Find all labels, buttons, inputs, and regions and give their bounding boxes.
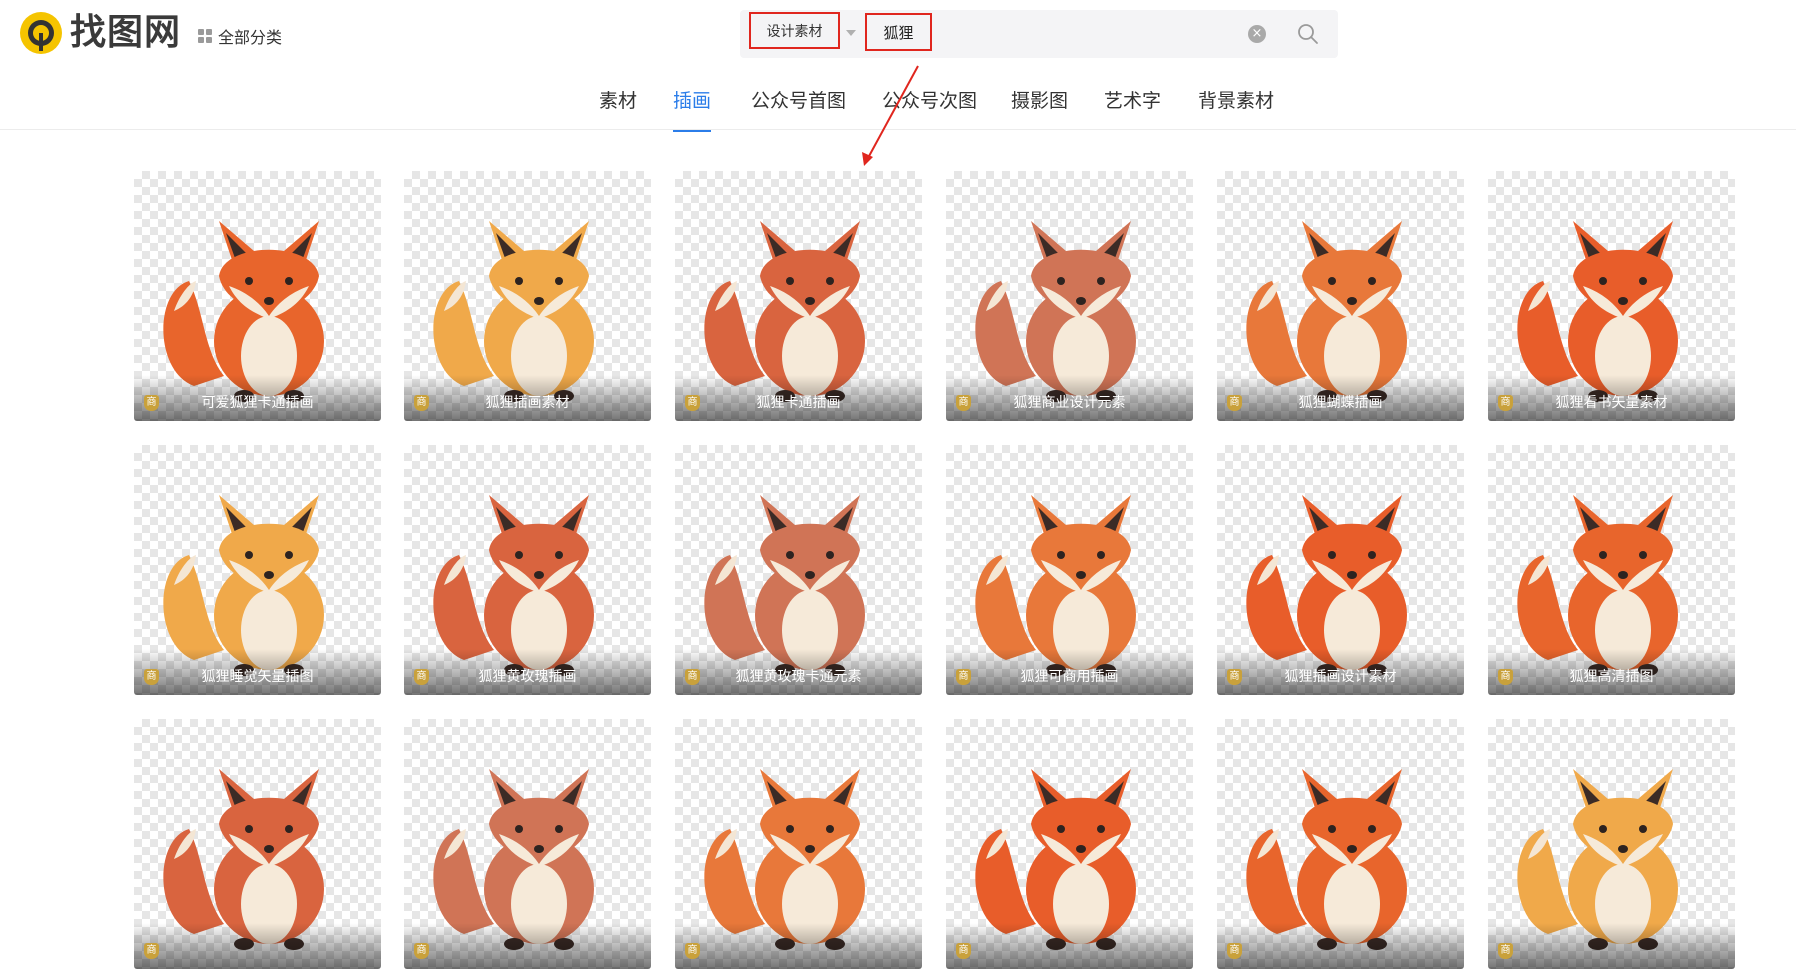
caption-shade — [675, 923, 922, 969]
search-input[interactable]: 狐狸 — [865, 13, 932, 51]
result-card[interactable]: 商狐狸黄玫瑰卡通元素 — [675, 445, 922, 695]
commercial-badge-icon: 商 — [685, 943, 700, 959]
caption-shade — [1217, 923, 1464, 969]
tab-art-text[interactable]: 艺术字 — [1104, 86, 1161, 113]
result-title: 狐狸看书矢量素材 — [1555, 395, 1668, 411]
logo-text: 找图网 — [70, 12, 182, 53]
commercial-badge-icon: 商 — [414, 943, 429, 959]
search-icon[interactable] — [1296, 22, 1320, 46]
result-card[interactable]: 商 — [946, 719, 1193, 969]
caption-shade — [946, 923, 1193, 969]
search-bar: 设计素材 狐狸 × — [740, 10, 1338, 58]
caption-shade — [134, 923, 381, 969]
commercial-badge-icon: 商 — [1498, 943, 1513, 959]
result-card[interactable]: 商狐狸黄玫瑰插画 — [404, 445, 651, 695]
tab-wechat-cover[interactable]: 公众号首图 — [751, 86, 846, 113]
tab-photography[interactable]: 摄影图 — [1011, 86, 1068, 113]
category-tabs: 素材 插画 公众号首图 公众号次图 摄影图 艺术字 背景素材 — [0, 86, 1796, 132]
tab-wechat-secondary[interactable]: 公众号次图 — [882, 86, 977, 113]
result-title: 狐狸可商用插画 — [1020, 669, 1119, 685]
result-card[interactable]: 商狐狸插画素材 — [404, 171, 651, 421]
logo-icon — [18, 10, 64, 56]
header-divider — [0, 129, 1796, 130]
all-categories-label: 全部分类 — [218, 28, 283, 47]
tab-illustration[interactable]: 插画 — [673, 86, 711, 113]
result-title: 狐狸插画设计素材 — [1284, 669, 1397, 685]
result-card[interactable]: 商狐狸高清插图 — [1488, 445, 1735, 695]
commercial-badge-icon: 商 — [144, 943, 159, 959]
tab-backgrounds[interactable]: 背景素材 — [1198, 86, 1274, 113]
commercial-badge-icon: 商 — [1227, 943, 1242, 959]
result-card[interactable]: 商狐狸睡觉矢量插图 — [134, 445, 381, 695]
result-card[interactable]: 商狐狸可商用插画 — [946, 445, 1193, 695]
result-card[interactable]: 商狐狸看书矢量素材 — [1488, 171, 1735, 421]
result-title: 狐狸插画素材 — [485, 395, 570, 411]
site-logo[interactable]: 找图网 — [18, 10, 181, 56]
result-card[interactable]: 商狐狸蝴蝶插画 — [1217, 171, 1464, 421]
caption-shade — [404, 923, 651, 969]
caption-shade — [1488, 923, 1735, 969]
result-title: 狐狸蝴蝶插画 — [1298, 395, 1383, 411]
result-title: 狐狸黄玫瑰插画 — [478, 669, 577, 685]
result-card[interactable]: 商 — [1217, 719, 1464, 969]
caret-down-icon[interactable] — [846, 30, 856, 36]
result-card[interactable]: 商狐狸商业设计元素 — [946, 171, 1193, 421]
result-card[interactable]: 商狐狸插画设计素材 — [1217, 445, 1464, 695]
result-card[interactable]: 商 — [134, 719, 381, 969]
result-title: 狐狸黄玫瑰卡通元素 — [735, 669, 862, 685]
result-card[interactable]: 商 — [675, 719, 922, 969]
result-card[interactable]: 商 — [404, 719, 651, 969]
clear-icon[interactable]: × — [1248, 25, 1266, 43]
search-scope-select[interactable]: 设计素材 — [749, 12, 840, 49]
result-card[interactable]: 商可爱狐狸卡通插画 — [134, 171, 381, 421]
commercial-badge-icon: 商 — [956, 943, 971, 959]
result-title: 狐狸睡觉矢量插图 — [201, 669, 314, 685]
tab-sucai[interactable]: 素材 — [599, 86, 637, 113]
grid-icon — [198, 29, 212, 43]
result-title: 狐狸卡通插画 — [756, 395, 841, 411]
all-categories-button[interactable]: 全部分类 — [198, 24, 282, 48]
result-title: 可爱狐狸卡通插画 — [201, 395, 314, 411]
result-card[interactable]: 商狐狸卡通插画 — [675, 171, 922, 421]
result-title: 狐狸商业设计元素 — [1013, 395, 1126, 411]
result-title: 狐狸高清插图 — [1569, 669, 1654, 685]
result-card[interactable]: 商 — [1488, 719, 1735, 969]
